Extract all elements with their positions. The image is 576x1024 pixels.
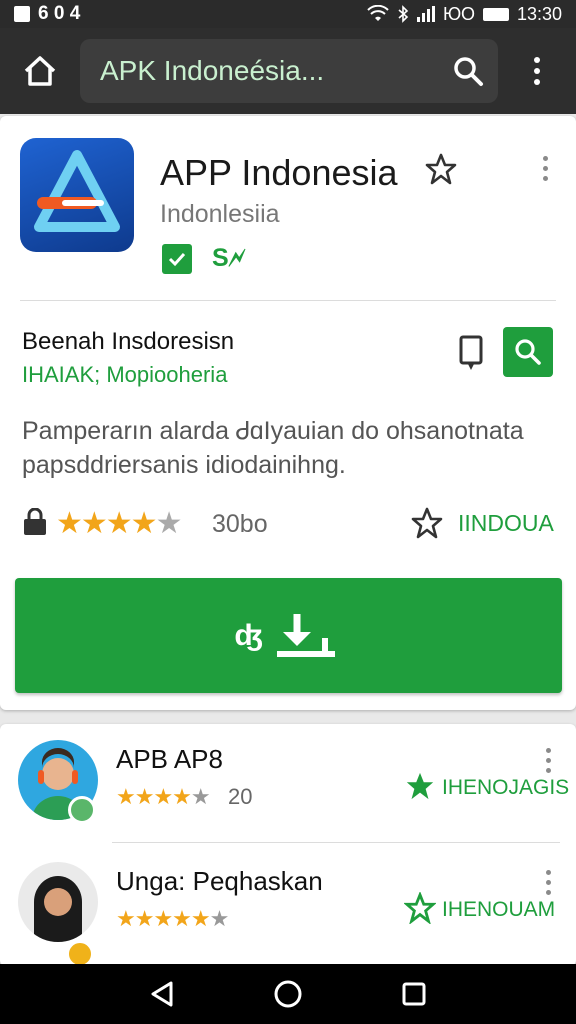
card-more-icon[interactable]	[543, 156, 548, 181]
notification-icon	[14, 6, 30, 22]
battery-icon	[482, 7, 509, 21]
app-logo[interactable]	[20, 138, 134, 252]
more-vert-icon	[534, 57, 540, 85]
home-button[interactable]	[0, 28, 80, 114]
list-item-badge: IHENOUAM	[442, 898, 556, 921]
install-button[interactable]: ʤ	[15, 578, 562, 693]
app-description: Pamperarın alarda ᏧɑIyauian do ohsanotna…	[22, 417, 524, 479]
list-item-title: APB AP8	[116, 744, 223, 774]
developer-name: Beenah Insdoresisn	[22, 328, 235, 355]
list-item[interactable]: APB AP8 ★★★★★ 20 IHENOJAGIS	[0, 724, 576, 844]
list-item-rating: 20	[228, 784, 253, 809]
status-time: 13:30	[516, 3, 562, 24]
search-icon	[515, 339, 541, 365]
download-icon	[276, 613, 335, 657]
badge-star-icon	[406, 772, 434, 800]
app-title: APP Indonesia	[160, 152, 398, 193]
app-logo-icon	[34, 150, 120, 232]
list-item-stars: ★★★★★	[116, 784, 211, 809]
divider	[20, 300, 556, 301]
status-bar: 6 0 4 ЮО 13:30	[0, 0, 576, 28]
home-circle-icon[interactable]	[273, 979, 303, 1009]
app-detail-card: APP Indonesia Indonlesiia S🗲 Beenah Insd…	[0, 116, 576, 710]
divider	[112, 842, 560, 843]
badge-star-icon	[404, 892, 436, 924]
list-item[interactable]: Unga: Peqhaskan ★★★★★★ IHENOUAM	[0, 846, 576, 968]
overflow-menu-button[interactable]	[498, 28, 576, 114]
list-item-stars: ★★★★★★	[116, 906, 229, 931]
app-subtitle: Indonlesiia	[160, 200, 280, 228]
list-item-more-icon[interactable]	[546, 748, 551, 773]
lock-icon	[24, 508, 46, 535]
search-app-button[interactable]	[503, 327, 553, 377]
install-label: ʤ	[234, 618, 263, 652]
device-icon[interactable]	[458, 334, 484, 372]
home-icon	[24, 56, 56, 86]
list-item-title: Unga: Peqhaskan	[116, 866, 323, 896]
carrier-text: ЮО	[442, 3, 475, 24]
search-query: APK Indoneésia...	[100, 55, 325, 86]
related-apps-list: APB AP8 ★★★★★ 20 IHENOJAGIS Unga: Peqhas…	[0, 724, 576, 968]
developer-subtitle: IHAIAK; Mopiooheria	[22, 362, 228, 387]
wifi-icon	[367, 5, 389, 21]
bookmark-star-icon[interactable]	[424, 152, 458, 186]
app-badge-text: S🗲	[212, 244, 246, 272]
status-left-text: 6 0 4	[38, 3, 81, 24]
list-item-more-icon[interactable]	[546, 870, 551, 895]
bluetooth-icon	[398, 5, 409, 23]
wishlist-label[interactable]: IINDOUA	[458, 510, 554, 537]
avatar	[18, 862, 98, 942]
wishlist-star-icon[interactable]	[410, 506, 444, 540]
rating-stars: ★★★★★	[56, 507, 182, 540]
verified-check-icon	[162, 244, 192, 274]
system-nav-bar	[0, 964, 576, 1024]
recents-icon[interactable]	[401, 981, 427, 1007]
signal-icon	[416, 6, 435, 22]
avatar-status-icon	[68, 796, 96, 824]
search-input[interactable]: APK Indoneésia...	[80, 39, 498, 103]
search-icon[interactable]	[452, 55, 484, 87]
app-toolbar: APK Indoneésia...	[0, 28, 576, 114]
rating-count: 30bo	[212, 510, 268, 538]
back-icon[interactable]	[149, 980, 175, 1008]
list-item-badge: IHENOJAGIS	[442, 776, 570, 799]
